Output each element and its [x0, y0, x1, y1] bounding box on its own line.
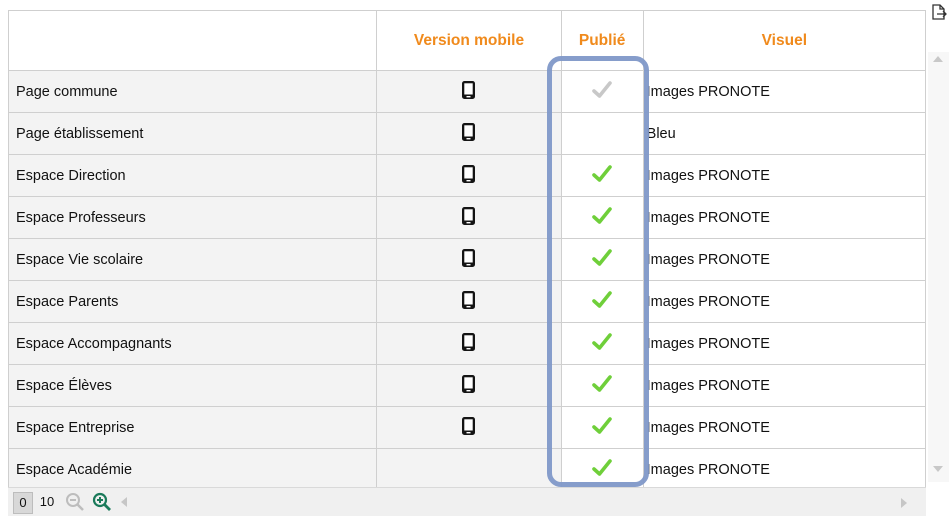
row-published-cell[interactable]: [560, 322, 644, 365]
row-published-cell[interactable]: [560, 448, 644, 491]
table-header-row: Version mobile Publié Visuel: [7, 10, 927, 71]
table-row[interactable]: Page commune Images PRONOTE: [7, 70, 927, 113]
mobile-phone-icon: [461, 332, 476, 356]
mobile-phone-icon: [461, 416, 476, 440]
table-row[interactable]: Espace Direction Images PRONOTE: [7, 154, 927, 197]
table-row[interactable]: Espace Élèves Images PRONOTE: [7, 364, 927, 407]
mobile-phone-icon: [461, 206, 476, 230]
table-row[interactable]: Espace Parents Images PRONOTE: [7, 280, 927, 323]
scroll-up-icon[interactable]: [933, 56, 943, 62]
row-published-cell[interactable]: [560, 70, 644, 113]
row-name: Espace Entreprise: [7, 406, 378, 449]
table-row[interactable]: Espace Académie Images PRONOTE: [7, 448, 927, 491]
mobile-phone-icon: [461, 248, 476, 272]
header-published[interactable]: Publié: [560, 10, 644, 71]
row-mobile-cell[interactable]: [376, 238, 562, 281]
zoom-in-icon[interactable]: [92, 492, 112, 512]
row-mobile-cell[interactable]: [376, 448, 562, 491]
row-visual[interactable]: Images PRONOTE: [642, 364, 927, 407]
row-mobile-cell[interactable]: [376, 154, 562, 197]
check-icon: [591, 332, 613, 356]
row-published-cell[interactable]: [560, 154, 644, 197]
table-footer: 0 10: [8, 487, 926, 516]
row-visual[interactable]: Images PRONOTE: [642, 406, 927, 449]
row-visual[interactable]: Images PRONOTE: [642, 196, 927, 239]
table-row[interactable]: Espace Entreprise Images PRONOTE: [7, 406, 927, 449]
row-name: Espace Direction: [7, 154, 378, 197]
spaces-table: Version mobile Publié Visuel Page commun…: [7, 10, 927, 491]
check-icon: [591, 80, 613, 104]
scroll-left-icon[interactable]: [121, 497, 127, 507]
page-size[interactable]: 10: [37, 492, 57, 512]
row-visual[interactable]: Images PRONOTE: [642, 448, 927, 491]
mobile-phone-icon: [461, 374, 476, 398]
scroll-down-icon[interactable]: [933, 466, 943, 472]
row-mobile-cell[interactable]: [376, 322, 562, 365]
table-row[interactable]: Espace Accompagnants Images PRONOTE: [7, 322, 927, 365]
vertical-scrollbar[interactable]: [928, 52, 949, 482]
row-visual[interactable]: Images PRONOTE: [642, 238, 927, 281]
header-visual[interactable]: Visuel: [642, 10, 927, 71]
mobile-phone-icon: [461, 122, 476, 146]
check-icon: [591, 164, 613, 188]
row-name: Page commune: [7, 70, 378, 113]
check-icon: [591, 458, 613, 482]
table-row[interactable]: Espace Professeurs Images PRONOTE: [7, 196, 927, 239]
row-published-cell[interactable]: [560, 280, 644, 323]
row-mobile-cell[interactable]: [376, 280, 562, 323]
row-visual[interactable]: Images PRONOTE: [642, 322, 927, 365]
row-visual[interactable]: Images PRONOTE: [642, 280, 927, 323]
header-mobile-version[interactable]: Version mobile: [376, 10, 562, 71]
row-published-cell[interactable]: [560, 238, 644, 281]
zoom-out-icon[interactable]: [65, 492, 85, 512]
header-name: [7, 10, 378, 71]
row-published-cell[interactable]: [560, 196, 644, 239]
mobile-phone-icon: [461, 290, 476, 314]
row-visual[interactable]: Images PRONOTE: [642, 154, 927, 197]
check-icon: [591, 206, 613, 230]
row-mobile-cell[interactable]: [376, 112, 562, 155]
row-name: Espace Vie scolaire: [7, 238, 378, 281]
row-mobile-cell[interactable]: [376, 406, 562, 449]
row-visual[interactable]: Bleu: [642, 112, 927, 155]
check-icon: [591, 416, 613, 440]
row-name: Espace Académie: [7, 448, 378, 491]
row-mobile-cell[interactable]: [376, 364, 562, 407]
mobile-phone-icon: [461, 164, 476, 188]
row-published-cell[interactable]: [560, 406, 644, 449]
table-row[interactable]: Espace Vie scolaire Images PRONOTE: [7, 238, 927, 281]
export-icon[interactable]: [931, 3, 947, 21]
row-visual[interactable]: Images PRONOTE: [642, 70, 927, 113]
scroll-right-icon[interactable]: [901, 498, 907, 508]
check-icon: [591, 374, 613, 398]
row-name: Espace Élèves: [7, 364, 378, 407]
row-name: Page établissement: [7, 112, 378, 155]
row-published-cell[interactable]: [560, 364, 644, 407]
row-name: Espace Parents: [7, 280, 378, 323]
mobile-phone-icon: [461, 80, 476, 104]
row-mobile-cell[interactable]: [376, 70, 562, 113]
row-name: Espace Accompagnants: [7, 322, 378, 365]
check-icon: [591, 248, 613, 272]
row-mobile-cell[interactable]: [376, 196, 562, 239]
table-row[interactable]: Page établissement Bleu: [7, 112, 927, 155]
row-published-cell[interactable]: [560, 112, 644, 155]
page-current[interactable]: 0: [13, 492, 33, 514]
row-name: Espace Professeurs: [7, 196, 378, 239]
check-icon: [591, 290, 613, 314]
